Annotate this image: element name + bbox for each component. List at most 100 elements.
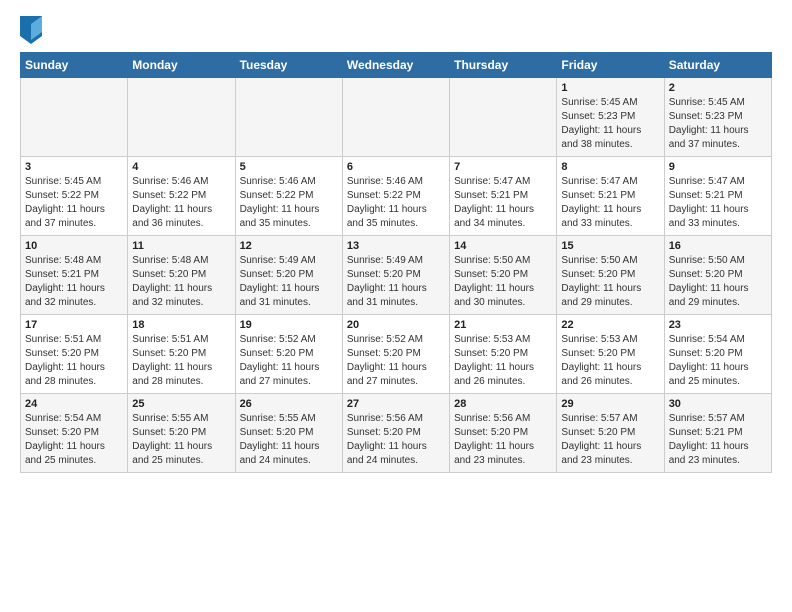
calendar-cell xyxy=(342,78,449,157)
day-number: 21 xyxy=(454,319,552,331)
day-info: Sunrise: 5:55 AMSunset: 5:20 PMDaylight:… xyxy=(132,412,230,468)
day-number: 24 xyxy=(25,398,123,410)
calendar-cell: 14 Sunrise: 5:50 AMSunset: 5:20 PMDayligh… xyxy=(450,236,557,315)
calendar-cell xyxy=(21,78,128,157)
calendar-cell: 9 Sunrise: 5:47 AMSunset: 5:21 PMDaylight… xyxy=(664,157,771,236)
calendar-cell: 4Sunrise: 5:46 AMSunset: 5:22 PMDaylight… xyxy=(128,157,235,236)
day-number: 15 xyxy=(561,240,659,252)
day-number: 28 xyxy=(454,398,552,410)
calendar-cell: 23 Sunrise: 5:54 AMSunset: 5:20 PMDayligh… xyxy=(664,315,771,394)
day-number: 18 xyxy=(132,319,230,331)
day-info: Sunrise: 5:53 AMSunset: 5:20 PMDaylight:… xyxy=(561,333,659,389)
calendar-cell: 17 Sunrise: 5:51 AMSunset: 5:20 PMDayligh… xyxy=(21,315,128,394)
day-number: 17 xyxy=(25,319,123,331)
calendar-cell: 7 Sunrise: 5:47 AMSunset: 5:21 PMDaylight… xyxy=(450,157,557,236)
day-info: Sunrise: 5:50 AMSunset: 5:20 PMDaylight:… xyxy=(454,254,552,310)
week-row-4: 17 Sunrise: 5:51 AMSunset: 5:20 PMDayligh… xyxy=(21,315,772,394)
header-day-thursday: Thursday xyxy=(450,53,557,78)
day-info: Sunrise: 5:52 AMSunset: 5:20 PMDaylight:… xyxy=(240,333,338,389)
day-info: Sunrise: 5:45 AMSunset: 5:23 PMDaylight:… xyxy=(669,96,767,152)
day-info: Sunrise: 5:52 AMSunset: 5:20 PMDaylight:… xyxy=(347,333,445,389)
day-info: Sunrise: 5:56 AMSunset: 5:20 PMDaylight:… xyxy=(454,412,552,468)
day-info: Sunrise: 5:57 AMSunset: 5:21 PMDaylight:… xyxy=(669,412,767,468)
day-number: 23 xyxy=(669,319,767,331)
week-row-2: 3 Sunrise: 5:45 AMSunset: 5:22 PMDaylight… xyxy=(21,157,772,236)
day-info: Sunrise: 5:47 AMSunset: 5:21 PMDaylight:… xyxy=(561,175,659,231)
day-info: Sunrise: 5:47 AMSunset: 5:21 PMDaylight:… xyxy=(454,175,552,231)
day-number: 19 xyxy=(240,319,338,331)
day-number: 12 xyxy=(240,240,338,252)
day-info: Sunrise: 5:51 AMSunset: 5:20 PMDaylight:… xyxy=(132,333,230,389)
calendar-cell: 19 Sunrise: 5:52 AMSunset: 5:20 PMDayligh… xyxy=(235,315,342,394)
day-number: 25 xyxy=(132,398,230,410)
calendar-cell: 5 Sunrise: 5:46 AMSunset: 5:22 PMDaylight… xyxy=(235,157,342,236)
day-info: Sunrise: 5:45 AMSunset: 5:22 PMDaylight:… xyxy=(25,175,123,231)
calendar-cell: 29Sunrise: 5:57 AMSunset: 5:20 PMDayligh… xyxy=(557,394,664,473)
calendar-cell: 28 Sunrise: 5:56 AMSunset: 5:20 PMDayligh… xyxy=(450,394,557,473)
day-info: Sunrise: 5:51 AMSunset: 5:20 PMDaylight:… xyxy=(25,333,123,389)
calendar-table: SundayMondayTuesdayWednesdayThursdayFrid… xyxy=(20,52,772,473)
day-number: 16 xyxy=(669,240,767,252)
calendar-cell: 27 Sunrise: 5:56 AMSunset: 5:20 PMDayligh… xyxy=(342,394,449,473)
day-number: 14 xyxy=(454,240,552,252)
calendar-cell: 25 Sunrise: 5:55 AMSunset: 5:20 PMDayligh… xyxy=(128,394,235,473)
calendar-cell: 15 Sunrise: 5:50 AMSunset: 5:20 PMDayligh… xyxy=(557,236,664,315)
header-day-monday: Monday xyxy=(128,53,235,78)
day-number: 20 xyxy=(347,319,445,331)
day-number: 27 xyxy=(347,398,445,410)
calendar-cell: 6Sunrise: 5:46 AMSunset: 5:22 PMDaylight… xyxy=(342,157,449,236)
day-number: 26 xyxy=(240,398,338,410)
header-day-friday: Friday xyxy=(557,53,664,78)
header xyxy=(20,16,772,44)
day-number: 30 xyxy=(669,398,767,410)
day-number: 7 xyxy=(454,161,552,173)
day-info: Sunrise: 5:50 AMSunset: 5:20 PMDaylight:… xyxy=(561,254,659,310)
day-number: 6 xyxy=(347,161,445,173)
day-info: Sunrise: 5:45 AMSunset: 5:23 PMDaylight:… xyxy=(561,96,659,152)
calendar-cell: 8 Sunrise: 5:47 AMSunset: 5:21 PMDaylight… xyxy=(557,157,664,236)
day-number: 2 xyxy=(669,82,767,94)
day-info: Sunrise: 5:48 AMSunset: 5:20 PMDaylight:… xyxy=(132,254,230,310)
day-info: Sunrise: 5:48 AMSunset: 5:21 PMDaylight:… xyxy=(25,254,123,310)
day-info: Sunrise: 5:49 AMSunset: 5:20 PMDaylight:… xyxy=(347,254,445,310)
day-info: Sunrise: 5:55 AMSunset: 5:20 PMDaylight:… xyxy=(240,412,338,468)
day-number: 13 xyxy=(347,240,445,252)
day-info: Sunrise: 5:46 AMSunset: 5:22 PMDaylight:… xyxy=(240,175,338,231)
day-number: 4 xyxy=(132,161,230,173)
calendar-cell: 30 Sunrise: 5:57 AMSunset: 5:21 PMDayligh… xyxy=(664,394,771,473)
week-row-1: 1Sunrise: 5:45 AMSunset: 5:23 PMDaylight… xyxy=(21,78,772,157)
calendar-cell: 11 Sunrise: 5:48 AMSunset: 5:20 PMDayligh… xyxy=(128,236,235,315)
logo-icon xyxy=(20,16,42,44)
day-info: Sunrise: 5:50 AMSunset: 5:20 PMDaylight:… xyxy=(669,254,767,310)
calendar-cell xyxy=(128,78,235,157)
day-info: Sunrise: 5:56 AMSunset: 5:20 PMDaylight:… xyxy=(347,412,445,468)
calendar-cell: 12 Sunrise: 5:49 AMSunset: 5:20 PMDayligh… xyxy=(235,236,342,315)
day-number: 10 xyxy=(25,240,123,252)
day-info: Sunrise: 5:47 AMSunset: 5:21 PMDaylight:… xyxy=(669,175,767,231)
day-number: 5 xyxy=(240,161,338,173)
header-day-saturday: Saturday xyxy=(664,53,771,78)
week-row-3: 10 Sunrise: 5:48 AMSunset: 5:21 PMDayligh… xyxy=(21,236,772,315)
logo xyxy=(20,16,44,44)
calendar-cell: 3 Sunrise: 5:45 AMSunset: 5:22 PMDaylight… xyxy=(21,157,128,236)
day-number: 9 xyxy=(669,161,767,173)
calendar-cell: 22 Sunrise: 5:53 AMSunset: 5:20 PMDayligh… xyxy=(557,315,664,394)
day-number: 11 xyxy=(132,240,230,252)
day-number: 3 xyxy=(25,161,123,173)
calendar-cell: 10 Sunrise: 5:48 AMSunset: 5:21 PMDayligh… xyxy=(21,236,128,315)
calendar-cell: 2 Sunrise: 5:45 AMSunset: 5:23 PMDaylight… xyxy=(664,78,771,157)
calendar-cell: 1Sunrise: 5:45 AMSunset: 5:23 PMDaylight… xyxy=(557,78,664,157)
day-number: 29 xyxy=(561,398,659,410)
day-number: 22 xyxy=(561,319,659,331)
day-info: Sunrise: 5:54 AMSunset: 5:20 PMDaylight:… xyxy=(669,333,767,389)
day-info: Sunrise: 5:53 AMSunset: 5:20 PMDaylight:… xyxy=(454,333,552,389)
calendar-cell xyxy=(450,78,557,157)
day-info: Sunrise: 5:54 AMSunset: 5:20 PMDaylight:… xyxy=(25,412,123,468)
week-row-5: 24 Sunrise: 5:54 AMSunset: 5:20 PMDayligh… xyxy=(21,394,772,473)
day-info: Sunrise: 5:49 AMSunset: 5:20 PMDaylight:… xyxy=(240,254,338,310)
header-day-wednesday: Wednesday xyxy=(342,53,449,78)
calendar-cell: 13 Sunrise: 5:49 AMSunset: 5:20 PMDayligh… xyxy=(342,236,449,315)
calendar-cell xyxy=(235,78,342,157)
header-row: SundayMondayTuesdayWednesdayThursdayFrid… xyxy=(21,53,772,78)
day-number: 8 xyxy=(561,161,659,173)
